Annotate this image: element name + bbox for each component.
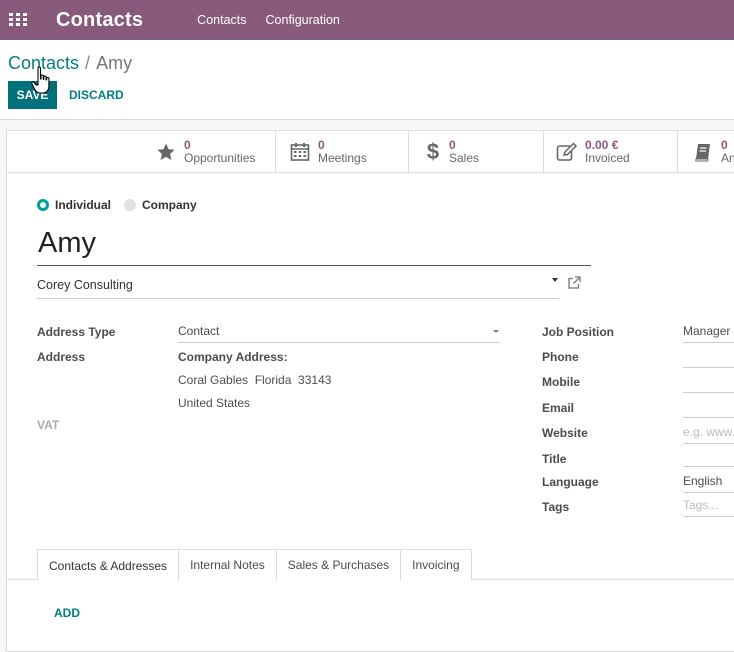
discard-button[interactable]: DISCARD <box>69 88 124 102</box>
top-navbar: Contacts Contacts Configuration <box>0 0 734 40</box>
menu-contacts[interactable]: Contacts <box>197 13 246 27</box>
meetings-button[interactable]: 0 Meetings <box>275 131 408 173</box>
tab-internal-notes[interactable]: Internal Notes <box>178 549 277 580</box>
control-panel: Contacts / Amy SAVE DISCARD <box>0 40 734 120</box>
invoiced-button[interactable]: 0.00 € Invoiced <box>543 131 677 173</box>
more-stat-button[interactable]: 0 An <box>677 131 734 173</box>
breadcrumb: Contacts / Amy <box>8 53 132 74</box>
app-title: Contacts <box>56 8 144 31</box>
radio-company-label: Company <box>142 198 197 212</box>
tags-label: Tags <box>542 500 570 514</box>
language-select[interactable]: English <box>683 473 734 493</box>
address-type-select[interactable]: Contact <box>178 323 500 343</box>
address-line-2: United States <box>178 396 251 410</box>
book-icon <box>692 141 714 163</box>
radio-unchecked-icon <box>124 199 137 211</box>
smart-button-box: 0 Opportunities 0 Meetings $ 0 Sales 0.00 €… <box>7 131 734 173</box>
vat-label: VAT <box>37 418 60 432</box>
phone-input[interactable] <box>683 348 734 368</box>
calendar-icon <box>289 141 311 163</box>
more-stat-label: An <box>721 151 734 165</box>
contact-name-input[interactable]: Amy <box>37 226 591 266</box>
email-label: Email <box>542 401 575 415</box>
address-type-chevron-icon[interactable] <box>493 330 499 333</box>
company-select[interactable]: Corey Consulting <box>37 277 559 299</box>
radio-checked-icon <box>37 199 49 211</box>
radio-individual[interactable]: Individual <box>37 198 111 212</box>
add-contact-button[interactable]: ADD <box>54 606 80 620</box>
external-link-icon[interactable] <box>567 276 581 290</box>
sales-label: Sales <box>449 151 480 165</box>
invoiced-label: Invoiced <box>585 151 630 165</box>
language-label: Language <box>542 475 599 489</box>
title-select[interactable] <box>683 447 734 467</box>
title-label: Title <box>542 452 567 466</box>
phone-label: Phone <box>542 350 579 364</box>
address-type-label: Address Type <box>37 325 116 339</box>
address-line-1: Coral Gables Florida 33143 <box>178 373 332 387</box>
job-position-input[interactable]: Manager <box>683 323 734 343</box>
mobile-input[interactable] <box>683 373 734 393</box>
company-type-radio: Individual Company <box>37 198 210 212</box>
opportunities-label: Opportunities <box>184 151 256 165</box>
dollar-icon: $ <box>426 139 440 164</box>
breadcrumb-current: Amy <box>96 53 133 73</box>
star-icon <box>155 141 177 163</box>
edit-icon <box>556 141 578 163</box>
meetings-label: Meetings <box>318 151 367 165</box>
menu-configuration[interactable]: Configuration <box>266 13 340 27</box>
apps-menu-icon[interactable] <box>9 13 27 27</box>
job-position-label: Job Position <box>542 325 614 339</box>
tags-input[interactable]: Tags... <box>683 497 734 517</box>
tab-sales-purchases[interactable]: Sales & Purchases <box>275 549 402 580</box>
tab-invoicing[interactable]: Invoicing <box>400 549 472 580</box>
top-menu: Contacts Configuration <box>197 13 340 27</box>
mobile-label: Mobile <box>542 375 580 389</box>
opportunities-button[interactable]: 0 Opportunities <box>145 131 275 173</box>
address-label: Address <box>37 350 86 364</box>
tab-contacts-addresses[interactable]: Contacts & Addresses <box>37 549 180 581</box>
website-label: Website <box>542 426 588 440</box>
email-input[interactable] <box>683 398 734 418</box>
website-input[interactable]: e.g. www. <box>683 424 734 444</box>
radio-company[interactable]: Company <box>124 198 197 212</box>
company-address-heading: Company Address: <box>178 350 288 364</box>
contact-form-sheet: 0 Opportunities 0 Meetings $ 0 Sales 0.00 €… <box>6 130 734 652</box>
hand-cursor-icon <box>31 66 50 94</box>
breadcrumb-separator: / <box>85 53 91 73</box>
notebook-tabs: Contacts & Addresses Internal Notes Sale… <box>37 549 472 581</box>
chevron-down-icon[interactable] <box>552 278 558 282</box>
radio-individual-label: Individual <box>55 198 112 212</box>
sales-button[interactable]: $ 0 Sales <box>408 131 543 173</box>
